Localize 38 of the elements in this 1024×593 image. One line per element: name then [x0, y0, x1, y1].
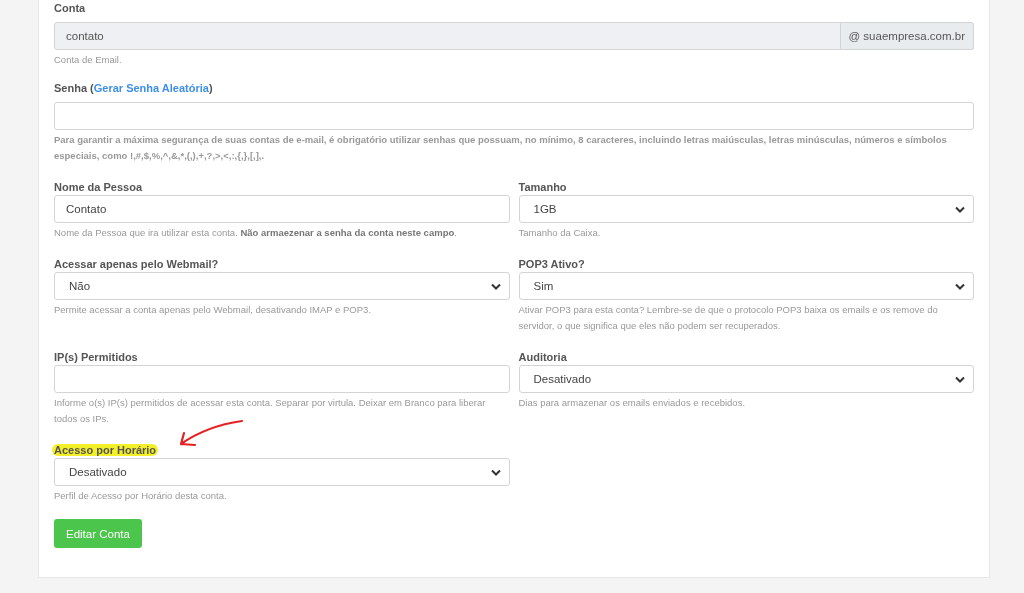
help-text: Informe o(s) IP(s) permitidos de acessar esta conta. Separar por virtula. Deixar em Branco para liberar todos os IPs.	[54, 396, 487, 426]
chevron-down-icon	[955, 205, 965, 213]
select-value: Desativado	[69, 466, 127, 478]
select-field[interactable]: Desativado	[54, 458, 510, 486]
help-text: Perfil de Acesso por Horário desta conta.	[54, 489, 227, 503]
select-field[interactable]: Não	[54, 272, 510, 300]
domain-addon: @ suaempresa.com.br	[840, 22, 974, 50]
help-text: Conta de Email.	[54, 53, 122, 67]
field-label: Acessar apenas pelo Webmail?	[54, 258, 219, 270]
highlighted-label: Acesso por Horário	[52, 444, 159, 456]
select-field[interactable]: Sim	[518, 272, 974, 300]
field-label: IP(s) Permitidos	[54, 351, 138, 363]
password-field[interactable]	[54, 102, 974, 130]
text-field[interactable]	[54, 365, 510, 393]
help-text: Ativar POP3 para esta conta? Lembre-se de que o protocolo POP3 baixa os emails e os remove do servidor, o que significa que eles não podem ser recuperados.	[518, 303, 939, 333]
chevron-down-icon	[490, 282, 501, 290]
chevron-down-icon	[955, 375, 965, 383]
chevron-down-icon	[955, 282, 965, 290]
field-label: POP3 Ativo?	[518, 258, 585, 270]
field-label: Senha (	[54, 81, 94, 95]
field-label: Auditoria	[518, 351, 567, 363]
help-text: Nome da Pessoa que ira utilizar esta conta. Não armaezenar a senha da conta neste campo.	[54, 226, 457, 240]
select-value: Não	[69, 280, 91, 292]
select-field[interactable]: 1GB	[518, 195, 974, 223]
help-text: Permite acessar a conta apenas pelo Webmail, desativando IMAP e POP3.	[54, 303, 372, 317]
help-text: Dias para armazenar os emails enviados e recebidos.	[518, 396, 746, 410]
select-value: Desativado	[533, 373, 592, 385]
help-text: Para garantir a máxima segurança de suas contas de e-mail, é obrigatório utilizar senhas que possuam, no mínimo, 8 caracteres, incluindo letras maiúsculas, letras minúsculas, números e símbolos especiais, como !,#,$,%,^,&,*,(,),+,?,>,<,:,{,},[,],.	[54, 133, 948, 163]
field-label: Nome da Pessoa	[54, 181, 143, 193]
select-value: Sim	[533, 280, 554, 292]
select-field[interactable]: Desativado	[518, 365, 974, 393]
label-paren: )	[208, 81, 213, 95]
field-label: Conta	[54, 1, 86, 15]
field-label: Tamanho	[518, 181, 567, 193]
chevron-down-icon	[490, 468, 501, 476]
help-text: Tamanho da Caixa.	[518, 226, 601, 240]
text-field[interactable]: Contato	[54, 195, 510, 223]
select-value: 1GB	[533, 203, 557, 215]
